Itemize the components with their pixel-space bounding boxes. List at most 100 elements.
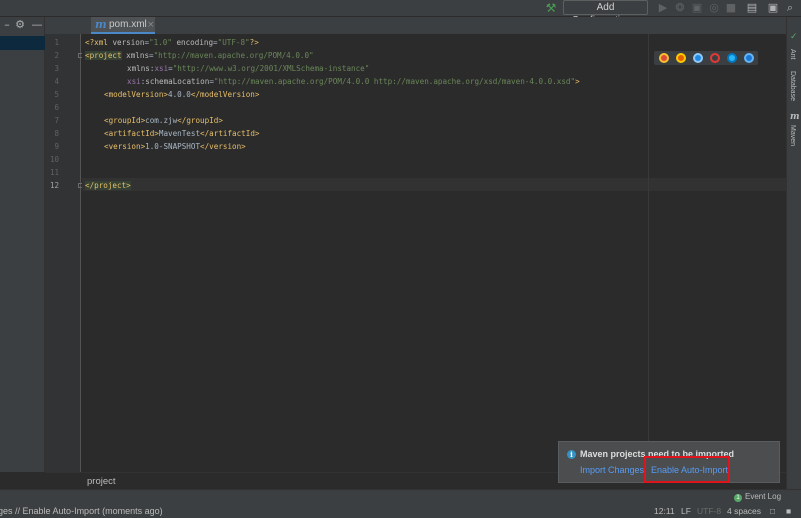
chrome-icon[interactable] <box>659 53 669 63</box>
stop-icon[interactable]: ■ <box>724 1 738 15</box>
line-number-gutter: 1 2 3 4 5 6 7 8 9 10 11 12 <box>45 34 81 472</box>
line-number: 6 <box>54 103 59 112</box>
element-text: MavenTest <box>158 129 201 138</box>
editor-tab-bar: m pom.xml × <box>45 17 786 34</box>
open-tag: <modelVersion> <box>104 90 169 99</box>
tab-pom-xml[interactable]: m pom.xml × <box>91 17 155 34</box>
attr-value: "UTF-8" <box>217 38 250 47</box>
coverage-icon[interactable]: ▣ <box>690 1 704 15</box>
line-number: 4 <box>54 77 59 86</box>
element-text: com.zjw <box>145 116 178 125</box>
attr-value: "http://maven.apache.org/POM/4.0.0 http:… <box>213 77 576 86</box>
maven-m-icon: m <box>95 18 107 31</box>
code-line-3: xmlns:xsi="http://www.w3.org/2001/XMLSch… <box>127 62 369 75</box>
open-tag: <artifactId> <box>104 129 159 138</box>
attr-value: "http://maven.apache.org/POM/4.0.0" <box>153 51 314 60</box>
attr-value: "1.0" <box>149 38 172 47</box>
close-icon[interactable]: × <box>147 17 155 33</box>
attr-name: version <box>112 38 145 47</box>
line-number: 3 <box>54 64 59 73</box>
status-bar: 1 Event Log anges // Enable Auto-Import (… <box>0 489 801 518</box>
annotation-highlight-box <box>644 456 730 483</box>
element-text: 4.0.0 <box>168 90 191 99</box>
namespace: xsi <box>154 64 169 73</box>
minimize-icon[interactable]: — <box>30 18 44 32</box>
element-text: 1.0-SNAPSHOT <box>145 142 201 151</box>
attr-name: xmlns <box>127 64 150 73</box>
right-margin-guide <box>648 34 649 472</box>
close-tag: </modelVersion> <box>190 90 260 99</box>
ie-icon[interactable] <box>727 53 737 63</box>
maven-m-icon: m <box>790 112 800 122</box>
collapse-arrow-icon[interactable]: – <box>0 18 14 32</box>
xml-decl-close: ?> <box>249 38 259 47</box>
line-number: 1 <box>54 38 59 47</box>
line-number: 2 <box>54 51 59 60</box>
line-number: 8 <box>54 129 59 138</box>
close-tag: </version> <box>200 142 246 151</box>
search-icon[interactable]: ⌕ <box>783 1 797 15</box>
line-number: 5 <box>54 90 59 99</box>
project-strip-toolbar: – ⚙ — <box>0 17 45 34</box>
close-tag: </groupId> <box>177 116 223 125</box>
open-tag: <version> <box>104 142 146 151</box>
namespace: xsi <box>127 77 141 86</box>
import-changes-link[interactable]: Import Changes <box>580 464 644 477</box>
code-line-4: xsi:schemaLocation="http://maven.apache.… <box>127 75 580 88</box>
code-line-7: <groupId>com.zjw</groupId> <box>104 114 223 127</box>
info-icon: i <box>567 450 576 459</box>
event-log-icon: 1 <box>734 494 742 502</box>
code-line-9: <version>1.0-SNAPSHOT</version> <box>104 140 246 153</box>
gear-icon[interactable]: ⚙ <box>13 18 27 32</box>
file-encoding[interactable]: UTF-8 <box>697 504 721 518</box>
inspection-ok-icon[interactable]: ✓ <box>790 32 798 42</box>
line-number: 7 <box>54 116 59 125</box>
event-log-button[interactable]: 1 Event Log <box>734 491 781 503</box>
open-tag: <groupId> <box>104 116 146 125</box>
add-configuration-button[interactable]: Add Configuration... <box>563 0 648 26</box>
attr-name: schemaLocation <box>145 77 210 86</box>
code-line-5: <modelVersion>4.0.0</modelVersion> <box>104 88 259 101</box>
settings-window-icon[interactable]: ▣ <box>766 1 780 15</box>
indent-setting[interactable]: 4 spaces <box>727 504 761 518</box>
project-structure-icon[interactable]: ▤ <box>745 1 759 15</box>
line-number: 9 <box>54 142 59 151</box>
close-tag: </artifactId> <box>200 129 260 138</box>
breadcrumb-item[interactable]: project <box>87 473 116 490</box>
status-message[interactable]: anges // Enable Auto-Import (moments ago… <box>0 504 163 518</box>
browser-preview-popup <box>654 51 758 65</box>
right-tool-strip: ✓ Ant Database m Maven <box>786 17 801 489</box>
project-tool-window: – ⚙ — <box>0 17 45 472</box>
tab-label: pom.xml <box>109 19 147 30</box>
ant-tool-button[interactable]: Ant <box>789 49 796 60</box>
code-line-2: <project xmlns="http://maven.apache.org/… <box>85 49 314 62</box>
build-hammer-icon[interactable]: ⚒ <box>544 1 558 15</box>
trash-icon[interactable]: ■ <box>786 504 791 518</box>
opera-icon[interactable] <box>710 53 720 63</box>
project-tree-selected-row[interactable] <box>0 36 45 50</box>
event-log-label: Event Log <box>745 492 782 501</box>
line-number: 10 <box>49 155 59 164</box>
line-separator[interactable]: LF <box>681 504 691 518</box>
profile-icon[interactable]: ◎ <box>707 1 721 15</box>
line-number: 11 <box>49 168 59 177</box>
caret-position[interactable]: 12:11 <box>654 504 675 518</box>
attr-value: "http://www.w3.org/2001/XMLSchema-instan… <box>172 64 370 73</box>
tag-close: > <box>575 77 580 86</box>
debug-icon[interactable]: ❂ <box>673 1 687 15</box>
code-line-1: <?xml version="1.0" encoding="UTF-8"?> <box>85 36 259 49</box>
project-open-tag: <project <box>85 51 122 60</box>
attr-name: xmlns <box>126 51 150 60</box>
maven-tool-button[interactable]: Maven <box>789 125 796 146</box>
project-close-tag: </project> <box>85 181 131 190</box>
database-tool-button[interactable]: Database <box>789 71 796 101</box>
safari-icon[interactable] <box>693 53 703 63</box>
firefox-icon[interactable] <box>676 53 686 63</box>
current-line-number: 12 <box>49 181 59 190</box>
run-icon[interactable]: ▶ <box>656 1 670 15</box>
top-toolbar: ⚒ Add Configuration... ▶ ❂ ▣ ◎ ■ ▤ ▣ ⌕ <box>0 0 801 26</box>
current-line-highlight <box>82 178 786 191</box>
lock-icon[interactable]: □ <box>770 504 775 518</box>
code-editor[interactable]: <?xml version="1.0" encoding="UTF-8"?> <… <box>82 34 786 472</box>
edge-icon[interactable] <box>744 53 754 63</box>
